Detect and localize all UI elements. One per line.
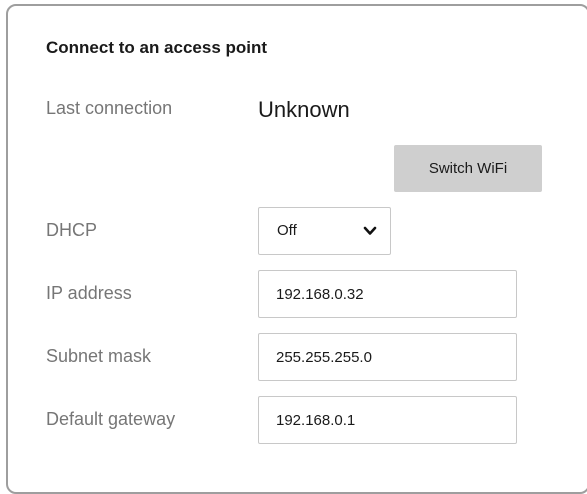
subnet-mask-label: Subnet mask (46, 346, 152, 366)
last-connection-value: Unknown (258, 97, 350, 122)
dhcp-select[interactable]: Off (258, 207, 391, 255)
default-gateway-label: Default gateway (46, 409, 176, 429)
dhcp-selected-value: Off (277, 222, 297, 239)
subnet-mask-input[interactable] (258, 333, 517, 381)
chevron-down-icon (363, 226, 377, 235)
ip-address-label: IP address (46, 283, 132, 303)
dhcp-label: DHCP (46, 220, 98, 240)
ip-address-input[interactable] (258, 270, 517, 318)
switch-wifi-button[interactable]: Switch WiFi (394, 145, 542, 192)
panel-title: Connect to an access point (46, 38, 268, 57)
default-gateway-input[interactable] (258, 396, 517, 444)
last-connection-label: Last connection (46, 98, 173, 118)
